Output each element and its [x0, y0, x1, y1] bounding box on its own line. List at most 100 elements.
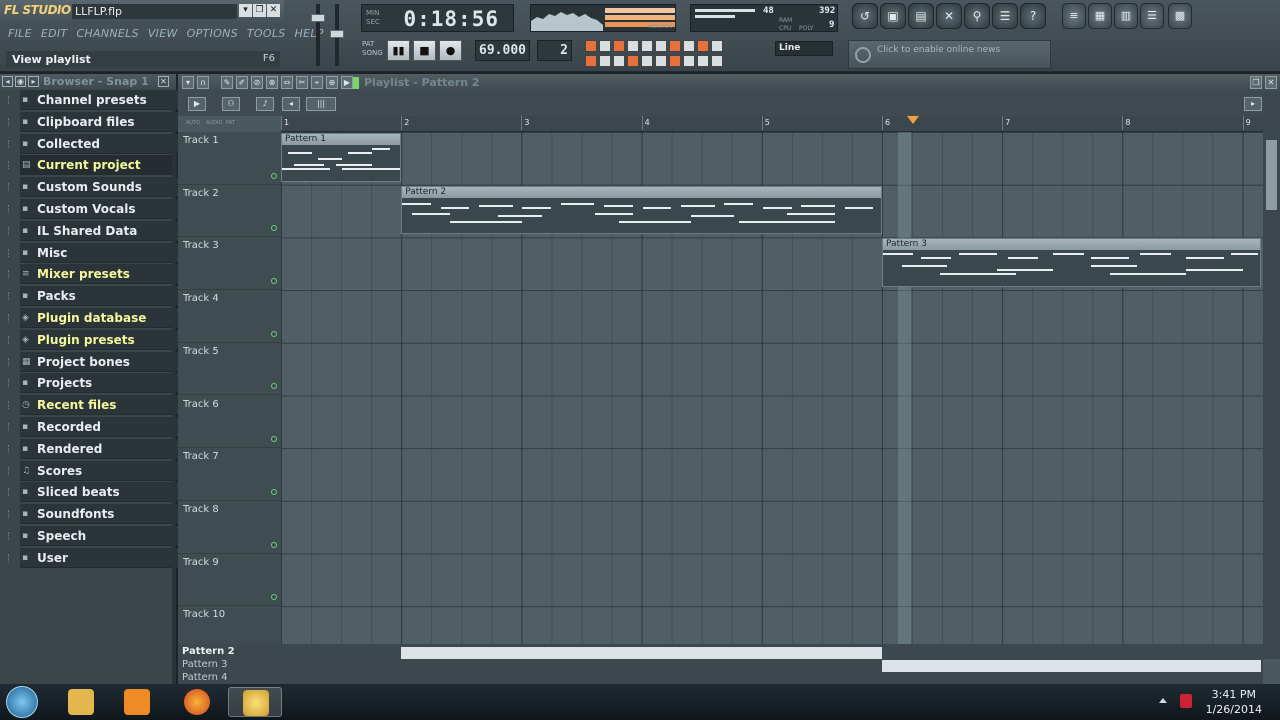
browser-item-projects[interactable]: ▪ Projects: [8, 373, 179, 395]
pattern-clip[interactable]: Pattern 2: [401, 185, 882, 235]
browser-item-current-project[interactable]: ▤ Current project: [8, 155, 179, 177]
browser-item-scores[interactable]: ♫ Scores: [8, 460, 179, 483]
song-position-marker[interactable]: [907, 116, 920, 124]
countdown-icon[interactable]: [627, 40, 639, 52]
master-volume-knob[interactable]: [311, 14, 325, 22]
menu-edit[interactable]: EDIT: [41, 27, 68, 43]
play-pause-button[interactable]: ▮▮: [387, 40, 410, 61]
menu-view[interactable]: VIEW: [148, 27, 178, 43]
track-enable-icon[interactable]: [271, 594, 277, 601]
track-enable-icon[interactable]: [271, 278, 277, 285]
playlist-maximize-icon[interactable]: ❐: [1250, 76, 1262, 89]
taskbar-explorer[interactable]: [54, 687, 108, 717]
online-news-panel[interactable]: Click to enable online news: [848, 40, 1051, 69]
track-header[interactable]: Track 9: [178, 554, 281, 607]
midi-icon[interactable]: [683, 40, 695, 52]
playlist-view-icon[interactable]: ▶: [188, 97, 206, 111]
pattern-icon[interactable]: [697, 40, 709, 52]
audio-icon[interactable]: ♪: [256, 97, 274, 111]
save-icon[interactable]: [697, 55, 709, 67]
track-enable-icon[interactable]: [271, 383, 277, 390]
track-header[interactable]: Track 4: [178, 290, 281, 343]
export-icon[interactable]: ▤: [908, 3, 934, 29]
waveform-monitor[interactable]: MONITOR: [530, 4, 676, 32]
vertical-scroll-thumb[interactable]: [1266, 140, 1277, 210]
playlist-close-icon[interactable]: ✕: [1265, 76, 1277, 89]
minimize-button[interactable]: ▾: [239, 4, 252, 17]
horizontal-zoom-icon[interactable]: |||: [306, 97, 336, 111]
browser-item-user[interactable]: ▪ User: [8, 547, 179, 570]
taskbar-firefox[interactable]: [170, 687, 224, 717]
link-icon[interactable]: [655, 55, 667, 67]
mixer-icon[interactable]: ▩: [1168, 3, 1192, 29]
playback-tool-icon[interactable]: ▶: [341, 76, 353, 89]
mute-icon[interactable]: [669, 55, 681, 67]
undo-history-icon[interactable]: ↺: [852, 3, 878, 29]
zoom-tool-icon[interactable]: ⊕: [326, 76, 338, 89]
browser-item-il-shared-data[interactable]: ▪ IL Shared Data: [8, 220, 179, 243]
wait-input-icon[interactable]: [669, 40, 681, 52]
pattern-strip-block[interactable]: [401, 647, 882, 659]
menu-file[interactable]: FILE: [8, 27, 32, 43]
playlist-grid[interactable]: Pattern 1 Pattern 2 Pattern 3: [281, 132, 1263, 659]
track-enable-icon[interactable]: [271, 488, 277, 495]
undo-icon[interactable]: [683, 55, 695, 67]
menu-tools[interactable]: TOOLS: [247, 27, 286, 43]
notes-icon[interactable]: ☰: [992, 3, 1018, 29]
menu-options[interactable]: OPTIONS: [187, 27, 238, 43]
browser-item-recent-files[interactable]: ◷ Recent files: [8, 395, 179, 417]
pattern-strip-row[interactable]: Pattern 3: [178, 659, 1263, 672]
pattern-picker-icon[interactable]: ⚇: [222, 97, 240, 111]
record-audio-icon[interactable]: [627, 55, 639, 67]
snap-select[interactable]: Line: [775, 41, 833, 56]
menu-channels[interactable]: CHANNELS: [76, 27, 138, 43]
track-enable-icon[interactable]: [271, 436, 277, 443]
loop-record-icon[interactable]: [641, 40, 653, 52]
mute-tool-icon[interactable]: ⊗: [266, 76, 278, 89]
pattern-strip-row[interactable]: Pattern 2: [178, 646, 1263, 659]
playlist-window-icon[interactable]: ≡: [1062, 3, 1086, 29]
browser-item-soundfonts[interactable]: ▪ Soundfonts: [8, 504, 179, 526]
piano-icon[interactable]: [613, 55, 625, 67]
step-edit-icon[interactable]: [599, 40, 611, 52]
track-header[interactable]: Track 3: [178, 237, 281, 291]
restore-button[interactable]: ❐: [253, 4, 266, 17]
tools-icon[interactable]: ✕: [936, 3, 962, 29]
playlist-vertical-scrollbar[interactable]: [1263, 92, 1280, 659]
master-pitch-knob[interactable]: [330, 30, 344, 38]
track-header[interactable]: Track 6: [178, 396, 281, 449]
tempo-display[interactable]: 69.000: [475, 40, 530, 61]
channel-window-icon[interactable]: ☰: [1140, 3, 1164, 29]
track-enable-icon[interactable]: [271, 225, 277, 232]
start-button[interactable]: [6, 686, 38, 718]
record-button[interactable]: ●: [439, 40, 462, 61]
browser-item-misc[interactable]: ▪ Misc: [8, 242, 179, 265]
timeline-ruler[interactable]: 1 2 3 4 5 6 7 8 9: [281, 116, 1263, 132]
browser-item-mixer-presets[interactable]: ≡ Mixer presets: [8, 264, 179, 286]
tuner-icon[interactable]: [711, 40, 723, 52]
help-icon[interactable]: ?: [1020, 3, 1046, 29]
track-header[interactable]: Track 1: [178, 132, 281, 185]
browser-item-collected[interactable]: ▪ Collected: [8, 133, 179, 156]
system-clock[interactable]: 3:41 PM 1/26/2014: [1206, 687, 1262, 717]
select-tool-icon[interactable]: ⌖: [311, 76, 323, 89]
browser-item-custom-sounds[interactable]: ▪ Custom Sounds: [8, 177, 179, 199]
song-time-display[interactable]: MIN SEC 0:18:56: [361, 4, 514, 32]
track-header[interactable]: Track 7: [178, 448, 281, 501]
scale-icon[interactable]: [641, 55, 653, 67]
step-sequencer-icon[interactable]: ▦: [1088, 3, 1112, 29]
track-enable-icon[interactable]: [271, 330, 277, 337]
scroll-left-icon[interactable]: ◂: [282, 97, 300, 111]
track-enable-icon[interactable]: [271, 541, 277, 548]
browser-scrollbar[interactable]: [172, 90, 176, 684]
pattern-clip[interactable]: Pattern 3: [882, 238, 1261, 288]
playlist-menu-icon[interactable]: ▾: [182, 76, 194, 89]
magnet-icon[interactable]: ∩: [197, 76, 209, 89]
browser-item-plugin-database[interactable]: ◈ Plugin database: [8, 307, 179, 330]
draw-tool-icon[interactable]: ✎: [221, 76, 233, 89]
render-icon[interactable]: [711, 55, 723, 67]
browser-item-custom-vocals[interactable]: ▪ Custom Vocals: [8, 198, 179, 221]
pattern-strip-block[interactable]: [882, 660, 1261, 672]
browser-item-speech[interactable]: ▪ Speech: [8, 525, 179, 548]
slice-tool-icon[interactable]: ✂: [296, 76, 308, 89]
